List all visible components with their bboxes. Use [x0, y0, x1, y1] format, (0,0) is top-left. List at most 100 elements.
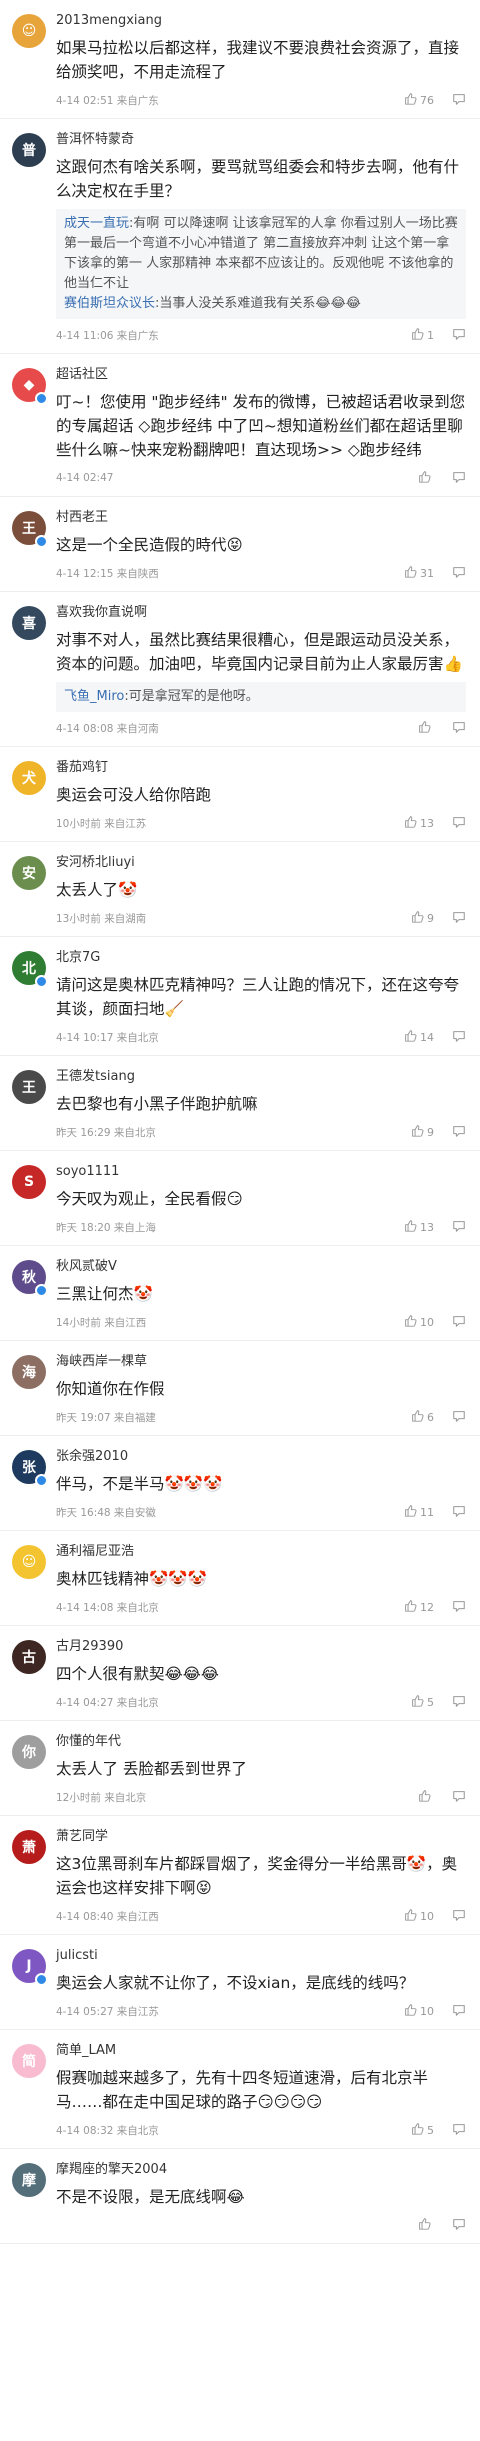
avatar[interactable]: 古 — [12, 1640, 46, 1674]
username[interactable]: 超话社区 — [56, 366, 466, 384]
like-button[interactable]: 5 — [411, 1694, 434, 1710]
username[interactable]: 摩羯座的擎天2004 — [56, 2161, 466, 2179]
comment-item[interactable]: ◆ 超话社区 叮~！您使用 "跑步经纬" 发布的微博，已被超话君收录到您的专属超话 … — [0, 354, 480, 497]
like-button[interactable]: 1 — [411, 327, 434, 343]
comment-item[interactable]: 北 北京7G 请问这是奥林匹克精神吗？三人让跑的情况下，还在这夸夸其谈，颜面扫地🧹 4… — [0, 937, 480, 1056]
quote-author[interactable]: 赛伯斯坦众议长 — [64, 296, 155, 311]
username[interactable]: 喜欢我你直说啊 — [56, 604, 466, 622]
reply-button[interactable] — [452, 1123, 466, 1142]
like-button[interactable] — [418, 720, 434, 736]
like-button[interactable]: 13 — [404, 815, 434, 831]
like-button[interactable] — [418, 1789, 434, 1805]
reply-button[interactable] — [452, 1598, 466, 1617]
avatar[interactable]: ☺ — [12, 1545, 46, 1579]
like-button[interactable] — [418, 470, 434, 486]
reply-quote[interactable]: 飞鱼_Miro:可是拿冠军的是他呀。 — [56, 682, 466, 712]
quote-text: :可是拿冠军的是他呀。 — [124, 689, 259, 704]
comment-item[interactable]: 喜 喜欢我你直说啊 对事不对人，虽然比赛结果很糟心，但是跟运动员没关系，资本的问题。… — [0, 592, 480, 747]
reply-button[interactable] — [452, 326, 466, 345]
avatar[interactable]: ☺ — [12, 14, 46, 48]
username[interactable]: 村西老王 — [56, 509, 466, 527]
comment-item[interactable]: 摩 摩羯座的擎天2004 不是不设限，是无底线啊😂 — [0, 2149, 480, 2244]
reply-button[interactable] — [452, 1503, 466, 1522]
username[interactable]: 北京7G — [56, 949, 466, 967]
comment-item[interactable]: 安 安河桥北liuyi 太丢人了🤡 13小时前 来自湖南 9 — [0, 842, 480, 937]
comment-item[interactable]: 海 海峡西岸一棵草 你知道你在作假 昨天 19:07 来自福建 6 — [0, 1341, 480, 1436]
like-button[interactable] — [418, 2217, 434, 2233]
username[interactable]: soyo1111 — [56, 1163, 466, 1181]
reply-button[interactable] — [452, 814, 466, 833]
reply-button[interactable] — [452, 2002, 466, 2021]
username[interactable]: 萧艺同学 — [56, 1828, 466, 1846]
avatar[interactable]: 简 — [12, 2044, 46, 2078]
reply-button[interactable] — [452, 719, 466, 738]
comment-item[interactable]: 萧 萧艺同学 这3位黑哥刹车片都踩冒烟了，奖金得分一半给黑哥🤡，奥运会也这样安排下啊… — [0, 1816, 480, 1935]
username[interactable]: 安河桥北liuyi — [56, 854, 466, 872]
username[interactable]: julicsti — [56, 1947, 466, 1965]
avatar[interactable]: 你 — [12, 1735, 46, 1769]
reply-button[interactable] — [452, 564, 466, 583]
like-button[interactable]: 9 — [411, 1124, 434, 1140]
username[interactable]: 你懂的年代 — [56, 1733, 466, 1751]
username[interactable]: 王德发tsiang — [56, 1068, 466, 1086]
comment-item[interactable]: 古 古月29390 四个人很有默契😂😂😂 4-14 04:27 来自北京 5 — [0, 1626, 480, 1721]
avatar[interactable]: 王 — [12, 1070, 46, 1104]
like-button[interactable]: 12 — [404, 1599, 434, 1615]
reply-button[interactable] — [452, 1693, 466, 1712]
username[interactable]: 番茄鸡钉 — [56, 759, 466, 777]
like-button[interactable]: 13 — [404, 1219, 434, 1235]
reply-button[interactable] — [452, 909, 466, 928]
username[interactable]: 简单_LAM — [56, 2042, 466, 2060]
username[interactable]: 张余强2010 — [56, 1448, 466, 1466]
reply-button[interactable] — [452, 1408, 466, 1427]
like-button[interactable]: 6 — [411, 1409, 434, 1425]
reply-button[interactable] — [452, 1313, 466, 1332]
comment-item[interactable]: 王 村西老王 这是一个全民造假的時代😝 4-14 12:15 来自陕西 31 — [0, 497, 480, 592]
like-button[interactable]: 10 — [404, 2003, 434, 2019]
reply-button[interactable] — [452, 1788, 466, 1807]
reply-button[interactable] — [452, 1907, 466, 1926]
avatar[interactable]: 喜 — [12, 606, 46, 640]
username[interactable]: 海峡西岸一棵草 — [56, 1353, 466, 1371]
like-button[interactable]: 10 — [404, 1908, 434, 1924]
comment-item[interactable]: 普 普洱怀特蒙奇 这跟何杰有啥关系啊，要骂就骂组委会和特步去啊，他有什么决定权在手里… — [0, 119, 480, 354]
like-button[interactable]: 5 — [411, 2122, 434, 2138]
username[interactable]: 普洱怀特蒙奇 — [56, 131, 466, 149]
username[interactable]: 通利福尼亚浩 — [56, 1543, 466, 1561]
reply-quote[interactable]: 成天一直玩:有啊 可以降速啊 让该拿冠军的人拿 你看过别人一场比赛第一最后一个弯… — [56, 209, 466, 319]
comment-item[interactable]: 简 简单_LAM 假赛咖越来越多了，先有十四冬短道速滑，后有北京半马……都在走中国足… — [0, 2030, 480, 2149]
avatar[interactable]: 安 — [12, 856, 46, 890]
comment-item[interactable]: 秋 秋风贰破V 三黑让何杰🤡 14小时前 来自江西 10 — [0, 1246, 480, 1341]
comment-item[interactable]: 你 你懂的年代 太丢人了 丢脸都丢到世界了 12小时前 来自北京 — [0, 1721, 480, 1816]
reply-button[interactable] — [452, 2216, 466, 2235]
like-button[interactable]: 9 — [411, 910, 434, 926]
avatar[interactable]: 萧 — [12, 1830, 46, 1864]
username[interactable]: 秋风贰破V — [56, 1258, 466, 1276]
comment-item[interactable]: 犬 番茄鸡钉 奥运会可没人给你陪跑 10小时前 来自江苏 13 — [0, 747, 480, 842]
reply-button[interactable] — [452, 2121, 466, 2140]
like-button[interactable]: 31 — [404, 565, 434, 581]
comment-item[interactable]: ☺ 通利福尼亚浩 奥林匹钱精神🤡🤡🤡 4-14 14:08 来自北京 12 — [0, 1531, 480, 1626]
comment-item[interactable]: 王 王德发tsiang 去巴黎也有小黑子伴跑护航嘛 昨天 16:29 来自北京 9 — [0, 1056, 480, 1151]
comment-item[interactable]: Jjulicsti 奥运会人家就不让你了，不设xian，是底线的线吗？ 4-14 0… — [0, 1935, 480, 2030]
avatar[interactable]: 犬 — [12, 761, 46, 795]
comment-item[interactable]: Ssoyo1111 今天叹为观止，全民看假😏 昨天 18:20 来自上海 13 — [0, 1151, 480, 1246]
reply-button[interactable] — [452, 1028, 466, 1047]
quote-author[interactable]: 飞鱼_Miro — [64, 689, 124, 704]
reply-button[interactable] — [452, 1218, 466, 1237]
username[interactable]: 2013mengxiang — [56, 12, 466, 30]
avatar[interactable]: 摩 — [12, 2163, 46, 2197]
reply-button[interactable] — [452, 469, 466, 488]
like-button[interactable]: 10 — [404, 1314, 434, 1330]
avatar[interactable]: 海 — [12, 1355, 46, 1389]
comment-item[interactable]: 张 张余强2010 伴马，不是半马🤡🤡🤡 昨天 16:48 来自安徽 11 — [0, 1436, 480, 1531]
avatar[interactable]: 普 — [12, 133, 46, 167]
like-button[interactable]: 11 — [404, 1504, 434, 1520]
like-button[interactable]: 14 — [404, 1029, 434, 1045]
reply-button[interactable] — [452, 91, 466, 110]
username[interactable]: 古月29390 — [56, 1638, 466, 1656]
avatar[interactable]: S — [12, 1165, 46, 1199]
like-button[interactable]: 76 — [404, 92, 434, 108]
quote-author[interactable]: 成天一直玩 — [64, 216, 129, 231]
comment-item[interactable]: ☺ 2013mengxiang 如果马拉松以后都这样，我建议不要浪费社会资源了，直接… — [0, 0, 480, 119]
